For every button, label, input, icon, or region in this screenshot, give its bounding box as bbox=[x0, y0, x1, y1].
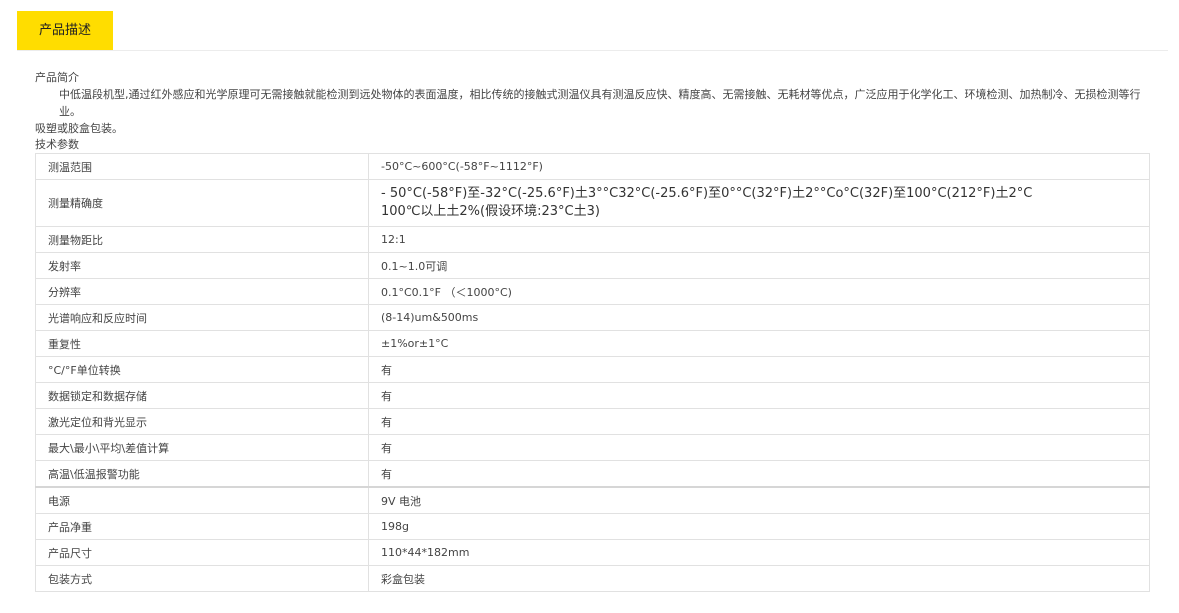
intro-heading: 产品简介 bbox=[35, 71, 79, 84]
spec-value: 有 bbox=[368, 382, 1150, 409]
spec-label: 包装方式 bbox=[35, 565, 369, 592]
spec-label: 电源 bbox=[35, 486, 369, 514]
spec-label: 测温范围 bbox=[35, 153, 369, 180]
spec-label: 高温\低温报警功能 bbox=[35, 460, 369, 488]
table-row: 产品净重 198g bbox=[35, 513, 1150, 540]
spec-value: 彩盒包装 bbox=[368, 565, 1150, 592]
spec-label: 分辨率 bbox=[35, 278, 369, 305]
table-row: 最大\最小\平均\差值计算 有 bbox=[35, 434, 1150, 461]
table-row: °C/°F单位转换 有 bbox=[35, 356, 1150, 383]
spec-value: - 50°C(-58°F)至-32°C(-25.6°F)土3°°C32°C(-2… bbox=[368, 179, 1150, 227]
table-row: 测量物距比 12:1 bbox=[35, 226, 1150, 253]
spec-label: 数据锁定和数据存储 bbox=[35, 382, 369, 409]
spec-label: 测量物距比 bbox=[35, 226, 369, 253]
spec-label: 产品尺寸 bbox=[35, 539, 369, 566]
table-row: 发射率 0.1~1.0可调 bbox=[35, 252, 1150, 279]
spec-label: 激光定位和背光显示 bbox=[35, 408, 369, 435]
spec-label: 发射率 bbox=[35, 252, 369, 279]
spec-value: 0.1~1.0可调 bbox=[368, 252, 1150, 279]
table-row: 激光定位和背光显示 有 bbox=[35, 408, 1150, 435]
product-intro: 产品简介 中低温段机型,通过红外感应和光学原理可无需接触就能检测到远处物体的表面… bbox=[35, 69, 1155, 137]
table-row: 数据锁定和数据存储 有 bbox=[35, 382, 1150, 409]
spec-value: 有 bbox=[368, 356, 1150, 383]
spec-value: 9V 电池 bbox=[368, 486, 1150, 514]
specs-heading: 技术参数 bbox=[35, 138, 79, 151]
spec-value-line-2: 100℃以上土2%(假设环境:23°C土3) bbox=[381, 204, 600, 219]
spec-label: 重复性 bbox=[35, 330, 369, 357]
spec-value: -50°C~600°C(-58°F~1112°F) bbox=[368, 153, 1150, 180]
table-row: 产品尺寸 110*44*182mm bbox=[35, 539, 1150, 566]
tab-product-description[interactable]: 产品描述 bbox=[17, 11, 113, 50]
table-row: 重复性 ±1%or±1°C bbox=[35, 330, 1150, 357]
spec-label: °C/°F单位转换 bbox=[35, 356, 369, 383]
spec-label: 产品净重 bbox=[35, 513, 369, 540]
table-row: 电源 9V 电池 bbox=[35, 486, 1150, 514]
tab-bar: 产品描述 bbox=[17, 11, 1168, 51]
intro-body: 中低温段机型,通过红外感应和光学原理可无需接触就能检测到远处物体的表面温度，相比… bbox=[59, 88, 1141, 118]
spec-label: 光谱响应和反应时间 bbox=[35, 304, 369, 331]
spec-value: 110*44*182mm bbox=[368, 539, 1150, 566]
intro-note: 吸塑或胶盒包装。 bbox=[35, 122, 123, 135]
spec-value: 12:1 bbox=[368, 226, 1150, 253]
table-row: 测温范围 -50°C~600°C(-58°F~1112°F) bbox=[35, 153, 1150, 180]
table-row: 包装方式 彩盒包装 bbox=[35, 565, 1150, 592]
table-row: 高温\低温报警功能 有 bbox=[35, 460, 1150, 488]
spec-value: 0.1°C0.1°F （＜1000°C) bbox=[368, 278, 1150, 305]
spec-value: 198g bbox=[368, 513, 1150, 540]
spec-value: 有 bbox=[368, 434, 1150, 461]
spec-label: 最大\最小\平均\差值计算 bbox=[35, 434, 369, 461]
specs-table: 测温范围 -50°C~600°C(-58°F~1112°F) 测量精确度 - 5… bbox=[35, 153, 1150, 592]
table-row: 分辨率 0.1°C0.1°F （＜1000°C) bbox=[35, 278, 1150, 305]
spec-value: 有 bbox=[368, 408, 1150, 435]
table-row: 光谱响应和反应时间 (8-14)um&500ms bbox=[35, 304, 1150, 331]
spec-value-line-1: - 50°C(-58°F)至-32°C(-25.6°F)土3°°C32°C(-2… bbox=[381, 186, 1033, 201]
spec-value: ±1%or±1°C bbox=[368, 330, 1150, 357]
spec-label: 测量精确度 bbox=[35, 179, 369, 227]
spec-value: (8-14)um&500ms bbox=[368, 304, 1150, 331]
table-row: 测量精确度 - 50°C(-58°F)至-32°C(-25.6°F)土3°°C3… bbox=[35, 179, 1150, 227]
spec-value: 有 bbox=[368, 460, 1150, 488]
